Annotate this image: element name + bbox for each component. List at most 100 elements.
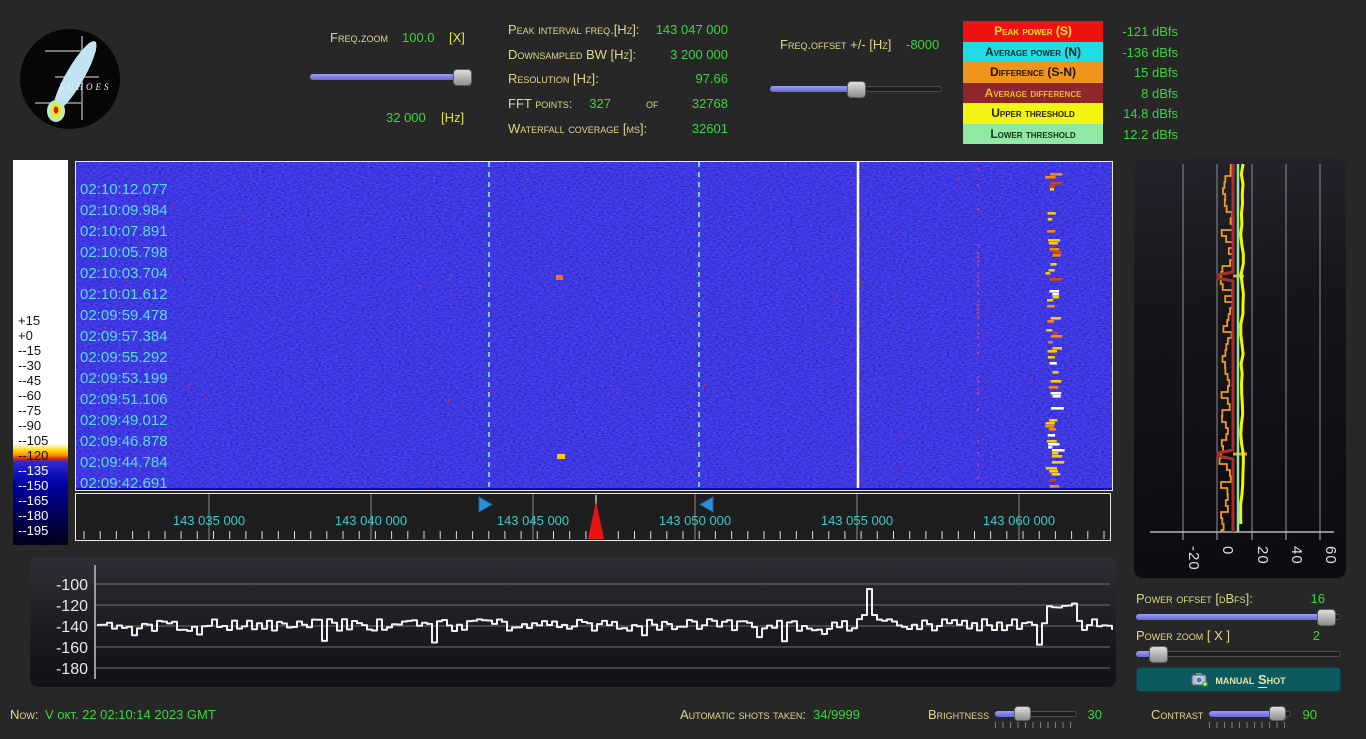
colorbar-label: --105 xyxy=(18,433,49,448)
legend-upper-threshold-button[interactable]: Upper threshold xyxy=(963,103,1103,124)
power-offset-value: 16 xyxy=(1310,591,1325,606)
upper-threshold-value: 14.8 dBfs xyxy=(1123,106,1178,121)
colorbar-label: --75 xyxy=(18,403,42,418)
waterfall-display[interactable]: 02:10:12.077 02:10:09.984 02:10:07.891 0… xyxy=(75,161,1113,492)
stat-coverage-value: 32601 xyxy=(691,121,728,136)
legend-lower-threshold-button[interactable]: Lower threshold xyxy=(963,123,1103,144)
power-offset-slider[interactable] xyxy=(1136,609,1341,626)
freq-offset-slider-handle[interactable] xyxy=(847,81,866,98)
event-dot-1 xyxy=(556,275,563,280)
freq-zoom-slider-handle[interactable] xyxy=(453,69,472,86)
power-axis-tick: 0 xyxy=(1219,546,1236,555)
colorbar-label: --150 xyxy=(18,478,49,493)
peak-frequency-marker xyxy=(588,501,604,539)
upper-threshold-line xyxy=(1239,163,1245,525)
contrast-ticks xyxy=(1209,722,1291,728)
colorbar-label: --60 xyxy=(18,388,42,403)
stat-bw-value: 3 200 000 xyxy=(670,47,728,62)
power-zoom-slider-handle[interactable] xyxy=(1149,646,1168,663)
timestamp-label: 02:09:57.384 xyxy=(80,328,168,345)
legend-difference-button[interactable]: Difference (S-N) xyxy=(963,62,1103,83)
colorbar-label: +0 xyxy=(18,328,33,343)
echoes-logo: ECHOES xyxy=(20,29,120,129)
power-offset-slider-handle[interactable] xyxy=(1317,609,1336,626)
timestamp-label: 02:09:49.012 xyxy=(80,412,168,429)
contrast-slider-handle[interactable] xyxy=(1269,706,1286,721)
stat-peak-freq-value: 143 047 000 xyxy=(655,22,728,37)
brightness-ticks xyxy=(995,722,1077,728)
brightness-slider[interactable] xyxy=(995,706,1077,721)
meteor-hotspot xyxy=(53,106,59,114)
brightness-value: 30 xyxy=(1087,707,1102,722)
colorbar-label: --120 xyxy=(18,448,49,463)
db-tick-label: -180 xyxy=(56,661,88,678)
colorbar-label: --165 xyxy=(18,493,49,508)
colorbar-label: --195 xyxy=(18,523,49,538)
brightness-label: Brightness xyxy=(928,707,990,722)
freq-tick-label: 143 035 000 xyxy=(173,513,245,528)
freq-offset-slider[interactable] xyxy=(770,81,942,98)
trace-legend: Peak power (S) Average power (N) Differe… xyxy=(963,21,1103,144)
power-offset-label: Power offset [dBfs]: xyxy=(1136,591,1253,606)
freq-zoom-value: 100.0 xyxy=(402,30,435,45)
interval-left-arrow[interactable] xyxy=(478,496,494,513)
freq-tick-label: 143 045 000 xyxy=(497,513,569,528)
colorbar-label: +15 xyxy=(18,313,41,328)
db-tick-label: -160 xyxy=(56,640,88,657)
colorbar-label: --15 xyxy=(18,343,42,358)
legend-average-difference-button[interactable]: Average difference xyxy=(963,82,1103,103)
manual-shot-label: manual Shot xyxy=(1215,672,1286,688)
timestamp-label: 02:09:53.199 xyxy=(80,370,168,387)
colorbar-label: --45 xyxy=(18,373,42,388)
average-power-value: -136 dBfs xyxy=(1122,44,1178,60)
freq-zoom-bw-value: 32 000 xyxy=(386,110,426,125)
lower-threshold-value: 12.2 dBfs xyxy=(1123,126,1178,142)
logo-text: ECHOES xyxy=(58,82,112,92)
interval-right-arrow[interactable] xyxy=(698,496,714,513)
db-tick-label: -120 xyxy=(56,598,88,615)
event-dot-2 xyxy=(557,454,565,459)
freq-zoom-unit: [X] xyxy=(449,30,465,45)
timestamp-label: 02:10:12.077 xyxy=(80,181,168,198)
timestamp-label: 02:10:09.984 xyxy=(80,202,168,219)
contrast-label: Contrast xyxy=(1151,707,1204,722)
power-colorbar: +15 +0 --15 --30 --45 --60 --75 --90 --1… xyxy=(13,160,68,545)
legend-average-power-button[interactable]: Average power (N) xyxy=(963,41,1103,62)
power-axis-tick: 20 xyxy=(1254,546,1271,565)
power-zoom-slider[interactable] xyxy=(1136,646,1341,663)
now-datetime: V окт. 22 02:10:14 2023 GMT xyxy=(45,707,216,722)
stat-fft-total: 32768 xyxy=(691,96,728,111)
power-zoom-label: Power zoom [ X ] xyxy=(1136,628,1231,643)
db-tick-label: -140 xyxy=(56,619,88,636)
stat-fft-value: 327 xyxy=(589,96,611,111)
brightness-slider-handle[interactable] xyxy=(1014,706,1031,721)
colorbar-label: --90 xyxy=(18,418,42,433)
timestamp-label: 02:10:01.612 xyxy=(80,286,168,303)
timestamp-label: 02:09:59.478 xyxy=(80,307,168,324)
timestamp-label: 02:09:44.784 xyxy=(80,454,168,471)
power-axis-tick: 60 xyxy=(1322,546,1339,565)
colorbar-label: --135 xyxy=(18,463,49,478)
contrast-slider[interactable] xyxy=(1209,706,1291,721)
echoes-main-window: ECHOES Freq.zoom 100.0 [X] 32 000 [Hz] P… xyxy=(0,0,1366,739)
power-axis-tick: 40 xyxy=(1288,546,1305,565)
power-profile-panel: -20 0 20 40 60 xyxy=(1134,158,1346,578)
waterfall-noise xyxy=(76,162,1112,488)
timestamp-label: 02:09:42.691 xyxy=(80,475,168,488)
frequency-ruler[interactable]: 143 035 000 143 040 000 143 045 000 143 … xyxy=(75,493,1111,541)
legend-peak-power-button[interactable]: Peak power (S) xyxy=(963,21,1103,42)
power-zoom-value: 2 xyxy=(1312,628,1320,643)
colorbar-label: --30 xyxy=(18,358,42,373)
timestamp-label: 02:10:05.798 xyxy=(80,244,168,261)
difference-trace xyxy=(1218,164,1234,532)
manual-shot-button[interactable]: manual Shot xyxy=(1136,667,1341,692)
freq-zoom-slider[interactable] xyxy=(310,69,472,86)
auto-shots-value: 34/9999 xyxy=(813,707,860,722)
stat-resolution-label: Resolution [Hz]: xyxy=(508,71,599,86)
freq-tick-label: 143 060 000 xyxy=(983,513,1055,528)
freq-tick-label: 143 050 000 xyxy=(659,513,731,528)
average-difference-value: 8 dBfs xyxy=(1141,85,1178,101)
timestamp-label: 02:09:46.878 xyxy=(80,433,168,450)
camera-icon xyxy=(1191,673,1209,687)
spectrum-panel: -100 -120 -140 -160 -180 xyxy=(30,557,1116,687)
